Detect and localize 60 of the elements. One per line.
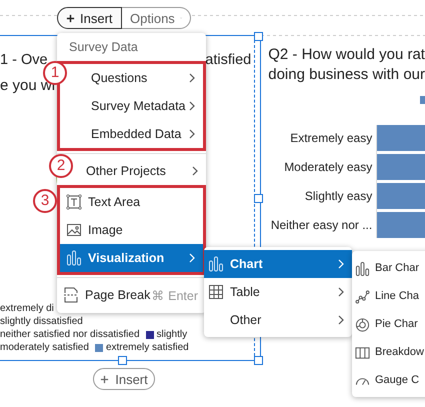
question-title: atisfied: [205, 51, 252, 70]
axis-label: Slightly easy: [304, 189, 372, 203]
pie-chart-icon: [355, 316, 370, 332]
legend-label: slightly: [156, 328, 188, 341]
menu-item[interactable]: Gauge C: [352, 366, 425, 394]
resize-handle[interactable]: [254, 194, 264, 203]
chart-bar: [377, 125, 425, 151]
line-chart-icon: [355, 288, 370, 304]
menu-item[interactable]: Survey Metadata: [77, 92, 203, 120]
step-badge: 2: [49, 154, 73, 178]
insert-button[interactable]: Insert: [57, 7, 122, 29]
resize-handle[interactable]: [254, 32, 264, 41]
legend-label: extremely di: [0, 302, 54, 315]
menu-item[interactable]: Line Cha: [352, 282, 425, 310]
menu-item[interactable]: Breakdow: [352, 338, 425, 366]
bar-chart-icon: [208, 256, 224, 272]
menu-item[interactable]: Other: [204, 306, 352, 334]
menu-item[interactable]: Questions: [77, 64, 203, 92]
resize-handle[interactable]: [118, 356, 127, 365]
plus-icon: [66, 14, 75, 22]
step-badge: 3: [33, 189, 57, 213]
bar-chart-icon: [355, 260, 370, 276]
menu-item[interactable]: Table: [204, 278, 352, 306]
menu-item[interactable]: Chart: [204, 250, 352, 278]
menu-header: Survey Data: [68, 39, 139, 56]
shortcut-label: ⌘ Enter: [152, 288, 198, 302]
chevron-right-icon: [338, 287, 344, 297]
legend-label: neither satisfied nor dissatisfied: [0, 328, 140, 341]
resize-handle[interactable]: [254, 356, 264, 365]
plus-icon: [100, 374, 110, 384]
menu-item[interactable]: Text Area: [60, 188, 203, 216]
legend-label: slightly dissatisfied: [0, 315, 83, 328]
chart-bar: [377, 183, 425, 209]
chevron-right-icon: [338, 315, 344, 325]
legend-label: moderately satisfied: [0, 341, 89, 354]
chevron-right-icon: [338, 259, 344, 269]
chart-bar: [377, 212, 425, 238]
table-icon: [208, 284, 224, 300]
question-title: Q2 - How would you rat: [268, 45, 425, 65]
axis-label: Extremely easy: [290, 131, 372, 145]
chart-bar: [377, 154, 425, 180]
menu-item[interactable]: Image: [60, 216, 203, 244]
axis-label: Moderately easy: [284, 160, 372, 174]
insert-button[interactable]: Insert: [93, 368, 155, 390]
menu-item[interactable]: Pie Char: [352, 310, 425, 338]
menu-item[interactable]: Embedded Data: [77, 120, 203, 148]
axis-label: Neither easy nor ...: [270, 218, 372, 232]
text-box-icon: [66, 194, 82, 210]
question-title: doing business with our: [268, 65, 425, 85]
columns-icon: [355, 344, 370, 360]
menu-item[interactable]: Page Break⌘ Enter: [57, 281, 206, 309]
menu-item[interactable]: Bar Char: [352, 254, 425, 282]
menu-item[interactable]: Other Projects: [74, 157, 206, 185]
menu-item[interactable]: Visualization: [60, 244, 203, 272]
bar-chart-icon: [66, 250, 82, 266]
legend-label: extremely satisfied: [106, 341, 189, 354]
page-break-icon: [63, 287, 79, 303]
image-icon: [66, 222, 82, 238]
options-button[interactable]: Options: [122, 7, 191, 29]
legend-swatch: [420, 96, 425, 104]
